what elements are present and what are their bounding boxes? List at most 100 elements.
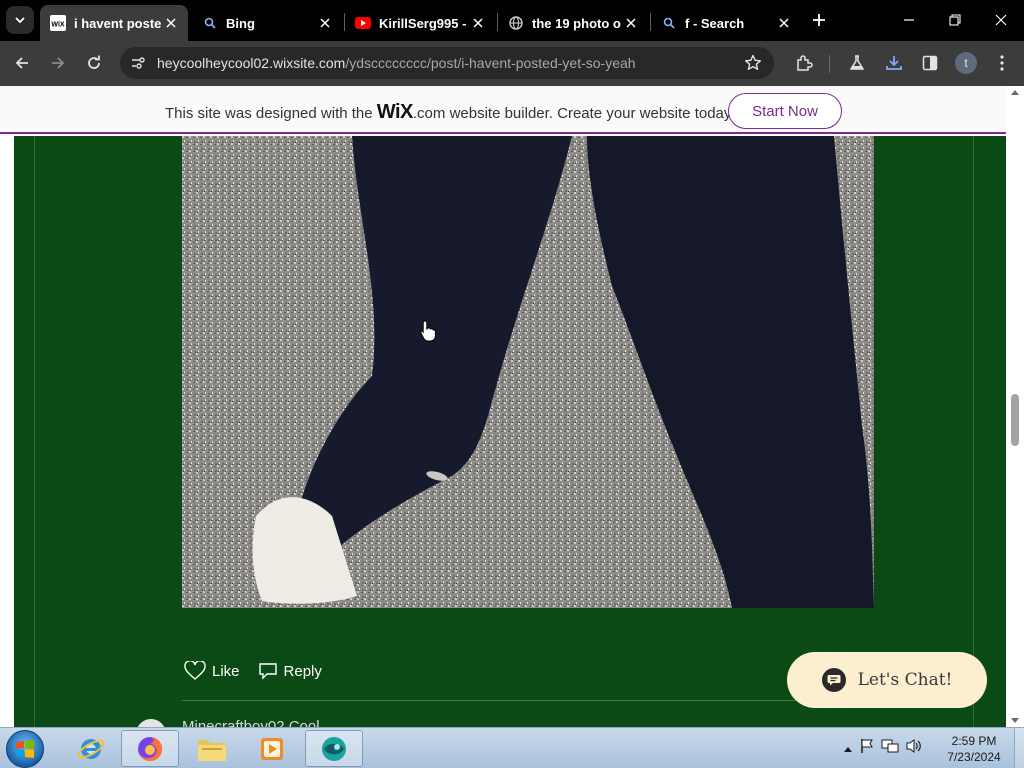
downloads-button[interactable] [880,49,908,77]
scrollbar-thumb[interactable] [1011,394,1019,446]
tab-wix-post[interactable]: WiX i havent poste [40,5,188,41]
chat-icon [821,668,846,692]
clock-date: 7/23/2024 [947,750,1001,764]
reload-button[interactable] [80,49,108,77]
search-icon [661,15,677,31]
comment-divider [182,700,874,701]
wix-banner-text: This site was designed with the WiX.com … [165,101,734,124]
toolbar-divider [829,55,830,73]
volume-icon[interactable] [905,738,923,759]
flag-icon[interactable] [859,738,875,759]
menu-button[interactable] [988,49,1016,77]
tab-title: KirillSerg995 - [379,15,467,31]
browser-toolbar: heycoolheycool02.wixsite.com/ydscccccccc… [0,41,1024,86]
start-now-button[interactable]: Start Now [728,93,842,129]
windows-logo-icon [16,740,34,758]
chat-label: Let's Chat! [857,670,953,690]
search-icon [202,15,218,31]
side-panel-button[interactable] [916,49,944,77]
post-image[interactable] [182,136,874,608]
close-icon[interactable] [775,14,793,32]
taskbar-media-player[interactable] [243,730,301,767]
tab-title: the 19 photo o [532,15,621,31]
chevron-down-icon [15,17,25,24]
star-icon[interactable] [744,54,762,77]
wix-favicon-icon: WiX [50,15,66,31]
url-text: heycoolheycool02.wixsite.com/ydscccccccc… [157,55,636,71]
taskbar-file-explorer[interactable] [183,730,241,767]
heart-icon [184,661,206,680]
profile-avatar[interactable]: t [955,52,977,74]
reply-button[interactable]: Reply [258,661,322,681]
taskbar-internet-explorer[interactable] [62,730,120,767]
like-button[interactable]: Like [184,661,240,681]
labs-button[interactable] [843,49,871,77]
page-content: Like Reply Minecraftboy02 Cool Let's Cha… [0,136,1006,727]
close-icon[interactable] [622,14,640,32]
url-path: /ydscccccccc/post/i-havent-posted-yet-so… [345,55,636,71]
tab-photo[interactable]: the 19 photo o [498,5,648,41]
taskbar-chrome-app[interactable] [305,730,363,767]
forward-button[interactable] [44,49,72,77]
arrow-left-icon [15,57,28,69]
folder-icon [198,739,226,761]
scroll-up-icon[interactable] [1010,88,1020,96]
reply-icon [258,663,277,680]
start-button[interactable] [6,730,44,768]
close-window-button[interactable] [978,6,1024,34]
wix-text-before: This site was designed with the [165,105,377,122]
close-icon[interactable] [469,14,487,32]
close-icon[interactable] [162,14,180,32]
wix-logo: WiX [376,101,414,123]
extensions-button[interactable] [790,49,818,77]
flask-icon [849,55,865,70]
back-button[interactable] [8,49,36,77]
tab-youtube[interactable]: KirillSerg995 - [345,5,495,41]
close-icon[interactable] [316,14,334,32]
clock-time: 2:59 PM [951,734,997,748]
taskbar-clock[interactable]: 2:59 PM 7/23/2024 [938,733,1010,765]
new-tab-button[interactable] [808,9,830,31]
tab-title: f - Search [685,15,745,31]
restore-button[interactable] [932,6,978,34]
minimize-icon [904,19,914,21]
reply-label: Reply [283,662,322,680]
site-info-icon[interactable] [130,55,146,76]
restore-icon [949,14,961,26]
more-vert-icon [1000,55,1004,71]
minimize-button[interactable] [886,6,932,34]
post-actions: Like Reply [184,660,340,682]
tab-f-search[interactable]: f - Search [651,5,801,41]
reload-icon [88,55,100,69]
download-icon [886,56,902,70]
firefox-icon [138,736,163,761]
tab-strip: WiX i havent poste Bing KirillSerg995 - … [0,0,1024,41]
svg-text:WiX: WiX [51,22,64,29]
address-bar[interactable]: heycoolheycool02.wixsite.com/ydscccccccc… [120,47,774,79]
windows-taskbar: 2:59 PM 7/23/2024 [0,727,1024,768]
lets-chat-button[interactable]: Let's Chat! [787,652,987,708]
scroll-down-icon[interactable] [1010,717,1020,725]
hand-cursor-icon [420,320,436,342]
show-desktop-button[interactable] [1014,728,1024,768]
taskbar-firefox[interactable] [121,730,179,767]
puzzle-icon [797,55,813,71]
network-icon[interactable] [881,738,899,759]
commenter-name[interactable]: Minecraftboy02 Cool [182,718,320,727]
tab-title: Bing [226,15,255,31]
arrow-right-icon [52,57,65,69]
youtube-icon [355,15,371,31]
close-icon [995,14,1007,26]
app-globe-icon [322,736,346,761]
page-scrollbar[interactable] [1006,86,1024,727]
tab-search-button[interactable] [6,6,34,34]
media-player-icon [261,737,283,760]
internet-explorer-icon [77,738,105,759]
globe-icon [508,15,524,31]
plus-icon [813,14,825,26]
like-label: Like [212,662,240,680]
tab-bing[interactable]: Bing [192,5,342,41]
chevron-up-icon[interactable] [843,740,853,758]
wix-text-after: .com website builder. Create your websit… [412,105,735,122]
page-left-edge [0,136,14,727]
